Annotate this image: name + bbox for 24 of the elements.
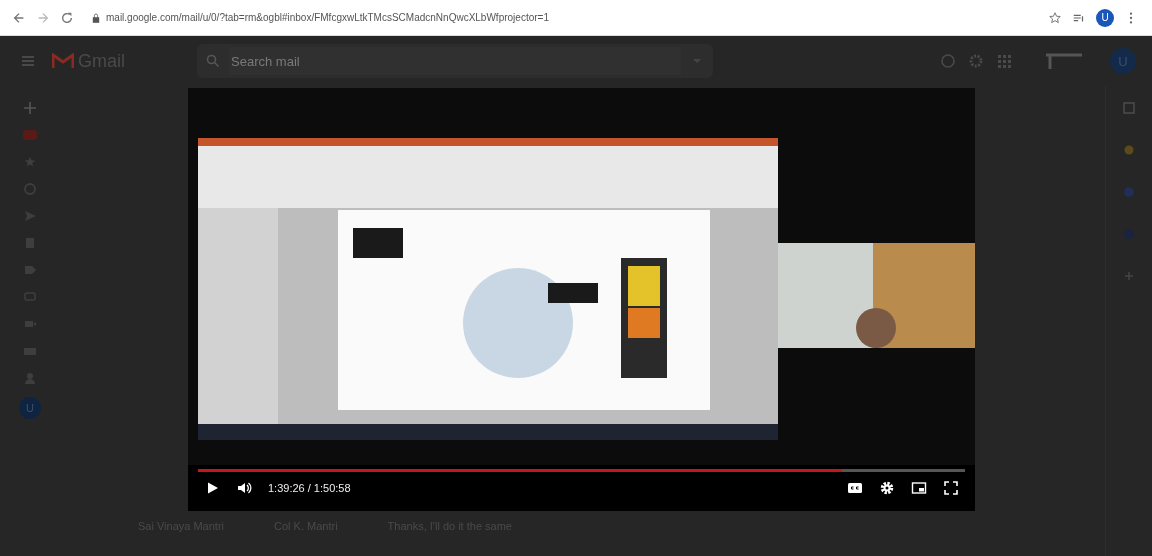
address-bar[interactable]: mail.google.com/mail/u/0/?tab=rm&ogbl#inbox/FMfcgxwLtkTMcsSCMadcnNnQwcXLbWfprojector=1 [84,4,1038,31]
forward-icon[interactable] [36,10,50,25]
profile-avatar[interactable]: U [1096,8,1114,27]
progress-track[interactable] [198,469,965,472]
back-icon[interactable] [12,10,26,25]
captions-icon[interactable] [847,480,863,496]
volume-icon[interactable] [236,480,252,496]
calendar-icon[interactable] [1121,100,1137,116]
search-icon [205,53,221,69]
mail-icon[interactable] [22,127,38,143]
lock-icon [92,12,100,23]
compose-icon[interactable] [22,100,38,116]
fullscreen-icon[interactable] [943,480,959,496]
star-icon[interactable] [1048,10,1062,25]
reload-icon[interactable] [60,10,74,25]
help-icon[interactable] [940,53,956,69]
send-icon[interactable] [22,208,38,224]
clock-icon[interactable] [22,181,38,197]
apps-icon[interactable] [996,53,1012,69]
miniplayer-icon[interactable] [911,480,927,496]
mail-logo-icon [52,53,74,69]
time-display: 1:39:26 / 1:50:58 [268,482,351,494]
search-bar[interactable]: Search mail [197,44,713,78]
url-text: mail.google.com/mail/u/0/?tab=rm&ogbl#inbox/FMfcgxwLtkTMcsSCMadcnNnQwcXLbWfprojector=1 [106,12,549,23]
